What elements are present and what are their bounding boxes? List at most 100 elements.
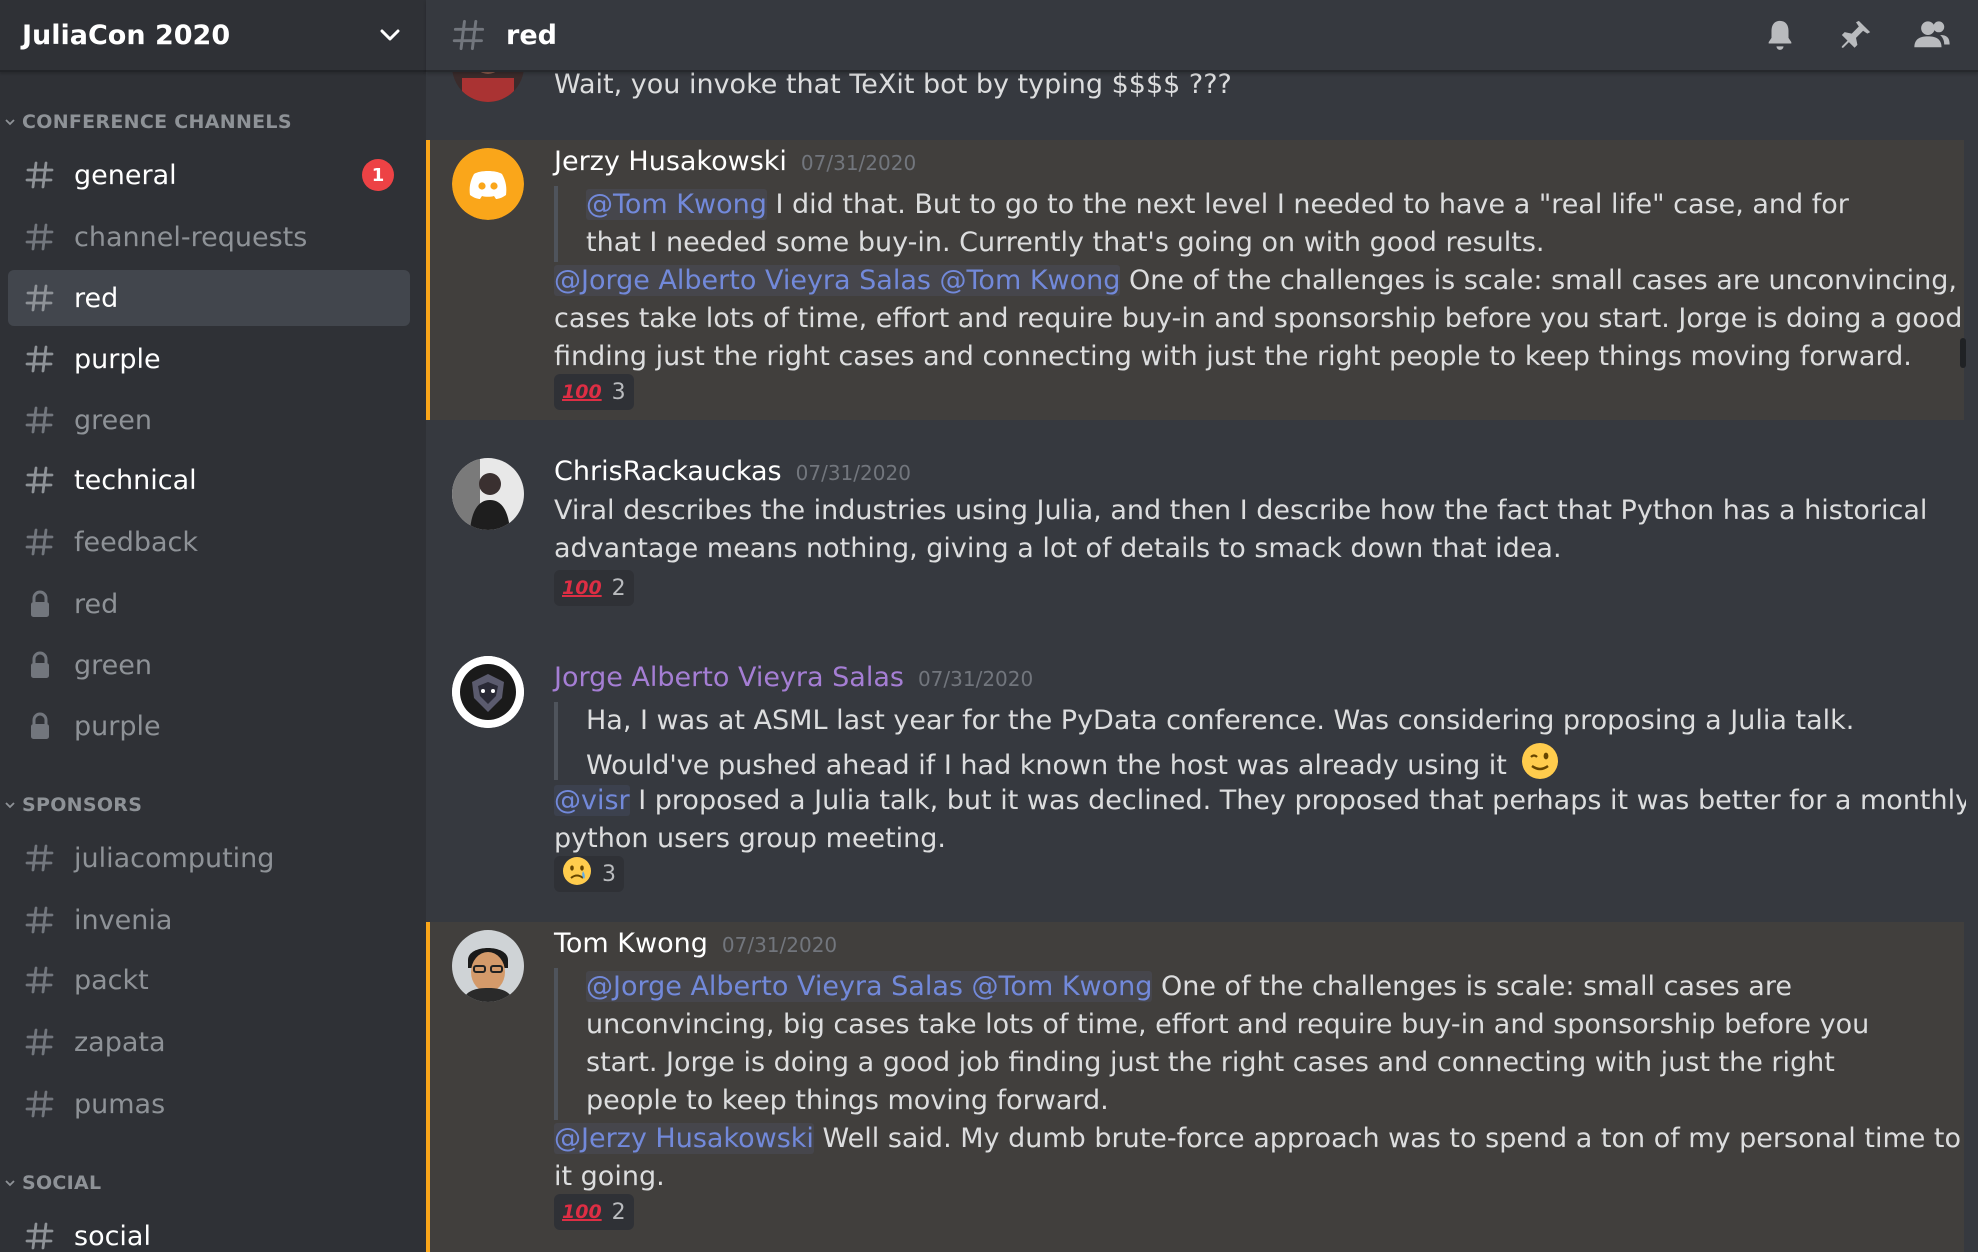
reaction-cry[interactable]: 3 — [554, 856, 624, 892]
user-mention[interactable]: @Jorge Alberto Vieyra Salas @Tom Kwong — [586, 971, 1153, 1002]
blockquote: @Jorge Alberto Vieyra Salas @Tom Kwong O… — [554, 968, 1869, 1120]
message-text: I proposed a Julia talk, but it was decl… — [629, 785, 1966, 816]
channel-label: social — [74, 1220, 151, 1252]
guild-header[interactable]: JuliaCon 2020 — [0, 0, 426, 72]
category-label: SPONSORS — [22, 794, 143, 816]
channel-purple[interactable]: purple — [8, 331, 410, 387]
channel-header: red — [426, 0, 1978, 72]
hashtag-icon — [24, 1220, 56, 1252]
quote-line: start. Jorge is doing a good job finding… — [586, 1047, 1835, 1078]
channel-title: red — [506, 19, 557, 51]
avatar[interactable] — [452, 656, 524, 728]
category-social[interactable]: SOCIAL — [0, 1168, 101, 1198]
channel-sidebar: JuliaCon 2020 CONFERENCE CHANNELS genera… — [0, 0, 426, 1252]
channel-label: feedback — [74, 526, 199, 558]
channel-label: general — [74, 159, 177, 191]
category-label: CONFERENCE CHANNELS — [22, 111, 292, 133]
channel-invenia[interactable]: invenia — [8, 892, 410, 948]
timestamp: 07/31/2020 — [917, 667, 1034, 691]
message-line: advantage means nothing, giving a lot of… — [554, 533, 1562, 564]
message-jerzy: Jerzy Husakowski 07/31/2020 @Tom Kwong I… — [426, 140, 1966, 420]
channel-juliacomputing[interactable]: juliacomputing — [8, 830, 410, 886]
user-mention[interactable]: @Tom Kwong — [586, 189, 767, 220]
quote-line: @Tom Kwong I did that. But to go to the … — [586, 186, 1849, 224]
channel-green[interactable]: green — [8, 392, 410, 448]
chevron-down-icon — [0, 117, 20, 127]
channel-purple-locked[interactable]: purple — [8, 698, 410, 754]
channel-general[interactable]: general 1 — [8, 147, 410, 203]
message-chris: ChrisRackauckas 07/31/2020 Viral describ… — [426, 450, 1964, 610]
message-line: cases take lots of time, effort and requ… — [554, 303, 1966, 334]
user-mention[interactable]: @Jerzy Husakowski — [554, 1123, 814, 1154]
user-mention[interactable]: @Jorge Alberto Vieyra Salas @Tom Kwong — [554, 265, 1121, 296]
channel-red-locked[interactable]: red — [8, 576, 410, 632]
hashtag-icon — [24, 221, 56, 253]
chevron-down-icon — [0, 1178, 20, 1188]
category-label: SOCIAL — [22, 1172, 102, 1194]
reaction-100[interactable]: 100 3 — [554, 374, 634, 410]
hashtag-icon — [24, 464, 56, 496]
lock-icon — [24, 710, 56, 742]
channel-label: red — [74, 282, 119, 314]
author-name[interactable]: Jorge Alberto Vieyra Salas — [554, 662, 904, 693]
user-mention[interactable]: @visr — [554, 785, 630, 816]
channel-label: red — [74, 588, 119, 620]
message-text: Wait, you invoke that TeXit bot by typin… — [554, 72, 1232, 100]
hashtag-icon — [24, 904, 56, 936]
channel-label: technical — [74, 464, 197, 496]
avatar[interactable] — [452, 930, 524, 1002]
avatar[interactable] — [452, 458, 524, 530]
bell-icon[interactable] — [1760, 15, 1800, 55]
crying-face-icon — [562, 856, 592, 892]
lock-icon — [24, 649, 56, 681]
channel-social[interactable]: social — [8, 1208, 410, 1252]
hashtag-icon — [24, 1026, 56, 1058]
reaction-100[interactable]: 100 2 — [554, 1194, 634, 1230]
channel-channel-requests[interactable]: channel-requests — [8, 209, 410, 265]
channel-label: green — [74, 649, 152, 681]
channel-technical[interactable]: technical — [8, 452, 410, 508]
channel-packt[interactable]: packt — [8, 952, 410, 1008]
message-list[interactable]: Wait, you invoke that TeXit bot by typin… — [426, 72, 1966, 1252]
guild-name: JuliaCon 2020 — [22, 19, 231, 51]
category-conference-channels[interactable]: CONFERENCE CHANNELS — [0, 107, 292, 137]
quote-text: I did that. But to go to the next level … — [766, 189, 1849, 220]
channel-zapata[interactable]: zapata — [8, 1014, 410, 1070]
channel-green-locked[interactable]: green — [8, 637, 410, 693]
hashtag-icon — [452, 17, 488, 53]
avatar[interactable] — [452, 148, 524, 220]
quote-line: Ha, I was at ASML last year for the PyDa… — [586, 705, 1855, 736]
quote-line: @Jorge Alberto Vieyra Salas @Tom Kwong O… — [586, 968, 1792, 1006]
author-name[interactable]: Tom Kwong — [554, 928, 708, 959]
message-line: @visr I proposed a Julia talk, but it wa… — [554, 782, 1966, 820]
channel-pumas[interactable]: pumas — [8, 1076, 410, 1132]
hashtag-icon — [24, 964, 56, 996]
hashtag-icon — [24, 404, 56, 436]
author-name[interactable]: Jerzy Husakowski — [554, 146, 787, 177]
message-line: @Jerzy Husakowski Well said. My dumb bru… — [554, 1120, 1966, 1158]
hundred-points-icon: 100 — [562, 1201, 602, 1223]
channel-red[interactable]: red — [8, 270, 410, 326]
hashtag-icon — [24, 1088, 56, 1120]
author-name[interactable]: ChrisRackauckas — [554, 456, 782, 487]
channel-label: pumas — [74, 1088, 166, 1120]
members-icon[interactable] — [1912, 15, 1952, 55]
pin-icon[interactable] — [1836, 15, 1876, 55]
reaction-100[interactable]: 100 2 — [554, 570, 634, 606]
timestamp: 07/31/2020 — [800, 151, 917, 175]
chevron-down-icon[interactable] — [376, 21, 404, 49]
category-sponsors[interactable]: SPONSORS — [0, 790, 142, 820]
message-tom: Tom Kwong 07/31/2020 @Jorge Alberto Viey… — [426, 922, 1966, 1252]
channel-label: invenia — [74, 904, 173, 936]
hashtag-icon — [24, 526, 56, 558]
scrollbar-thumb[interactable] — [1960, 338, 1966, 368]
message-text: One of the challenges is scale: small ca… — [1120, 265, 1966, 296]
message-line: python users group meeting. — [554, 823, 947, 854]
channel-feedback[interactable]: feedback — [8, 514, 410, 570]
hashtag-icon — [24, 842, 56, 874]
message-partial: Wait, you invoke that TeXit bot by typin… — [426, 72, 1964, 110]
avatar[interactable] — [452, 72, 524, 102]
blockquote: Ha, I was at ASML last year for the PyDa… — [554, 702, 1854, 781]
message-line: it going. — [554, 1161, 665, 1192]
channel-label: juliacomputing — [74, 842, 275, 874]
